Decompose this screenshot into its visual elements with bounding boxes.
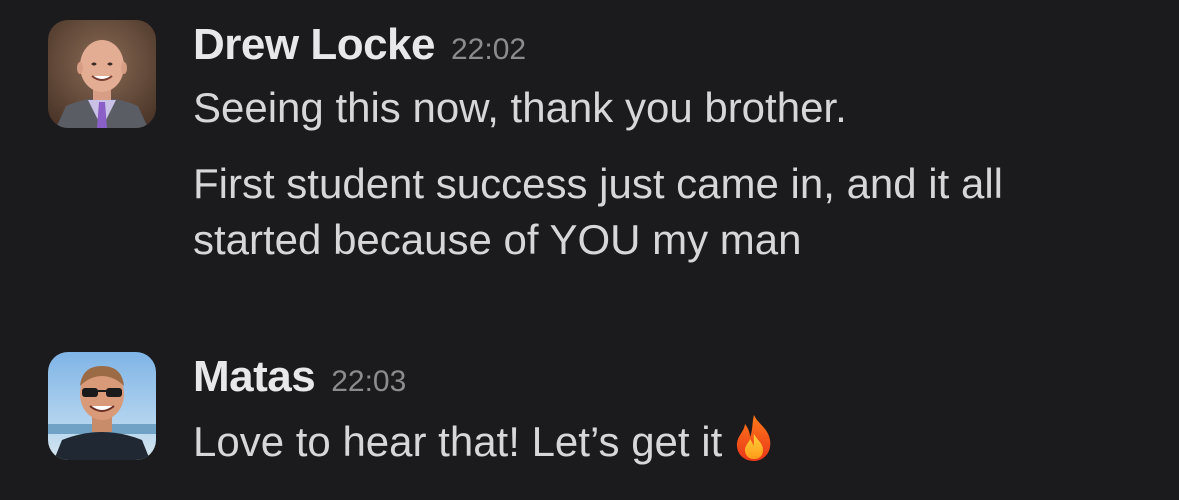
message-header: Matas 22:03 <box>193 352 1143 412</box>
message-timestamp[interactable]: 22:02 <box>451 33 526 67</box>
message-text: Seeing this now, thank you brother. <box>193 84 847 131</box>
message-text: First student success just came in, and … <box>193 160 1003 263</box>
message-content: Matas 22:03 Love to hear that! Let’s get… <box>193 352 1143 470</box>
avatar[interactable] <box>48 20 156 128</box>
avatar[interactable] <box>48 352 156 460</box>
avatar-image <box>48 352 156 460</box>
avatar-image <box>48 20 156 128</box>
author-name[interactable]: Drew Locke <box>193 20 435 70</box>
fire-emoji-icon <box>737 415 771 461</box>
message-content: Drew Locke 22:02 Seeing this now, thank … <box>193 20 1143 268</box>
message-header: Drew Locke 22:02 <box>193 20 1143 80</box>
author-name[interactable]: Matas <box>193 352 316 402</box>
message-text: Love to hear that! Let’s get it <box>193 412 1143 470</box>
message-text-content: Love to hear that! Let’s get it <box>193 418 723 465</box>
message-timestamp[interactable]: 22:03 <box>331 365 406 399</box>
